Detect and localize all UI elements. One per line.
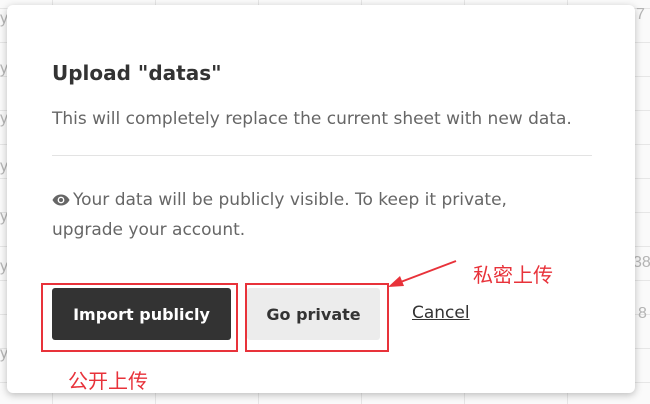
background-cell: 38 xyxy=(633,254,650,271)
background-cell: 8 xyxy=(638,305,647,322)
dialog-subtitle: This will completely replace the current… xyxy=(52,109,572,129)
background-cell: 7 xyxy=(636,6,645,23)
notice-text: Your data will be publicly visible. To k… xyxy=(52,190,507,240)
go-private-highlight xyxy=(245,283,389,352)
cancel-link[interactable]: Cancel xyxy=(412,303,470,323)
divider xyxy=(52,155,592,156)
dialog-title: Upload "datas" xyxy=(52,61,222,85)
annotation-arrow xyxy=(388,260,457,287)
import-publicly-annotation: 公开上传 xyxy=(68,369,148,393)
go-private-annotation: 私密上传 xyxy=(473,263,553,287)
eye-icon xyxy=(52,194,70,206)
visibility-notice: Your data will be publicly visible. To k… xyxy=(52,185,552,245)
import-publicly-highlight xyxy=(41,283,238,352)
